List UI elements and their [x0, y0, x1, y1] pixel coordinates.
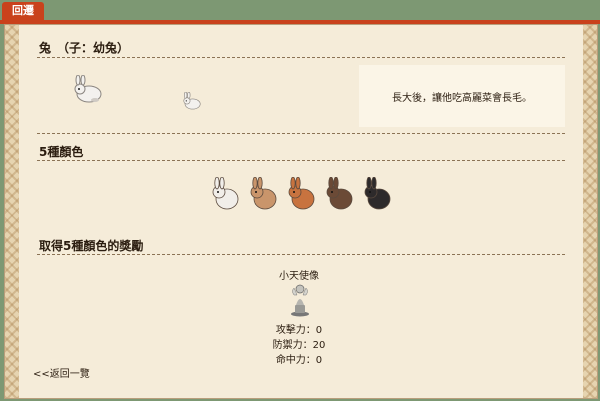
angel-statue-icon — [291, 284, 309, 317]
adult-rabbit-icon — [74, 75, 102, 103]
section-divider — [37, 160, 565, 161]
window-frame: 回遷 兔 （子：幼兔） 長大後，讓他吃高麗菜會長毛。 5種顏色 取得5種顏色的獎… — [0, 0, 600, 401]
rabbit-orange-icon — [288, 177, 315, 210]
left-border-pattern — [5, 25, 19, 398]
rabbit-brown-icon — [326, 177, 353, 210]
color-rabbits-row — [212, 177, 391, 210]
section-divider — [37, 133, 565, 134]
section-title-reward: 取得5種顏色的獎勵 — [39, 239, 144, 253]
right-border-pattern — [583, 25, 597, 398]
section-divider — [37, 254, 565, 255]
rabbit-black-icon — [364, 177, 391, 210]
inner-content: 兔 （子：幼兔） 長大後，讓他吃高麗菜會長毛。 5種顏色 取得5種顏色的獎勵 小… — [19, 25, 583, 398]
stat-attack: 攻擊力：0 — [275, 325, 323, 336]
reward-name: 小天使像 — [279, 271, 319, 282]
section-title-colors: 5種顏色 — [39, 145, 84, 159]
growth-note: 長大後，讓他吃高麗菜會長毛。 — [359, 65, 565, 127]
tab-back[interactable]: 回遷 — [2, 2, 44, 20]
stat-defense: 防禦力：20 — [272, 340, 326, 351]
back-to-list-link[interactable]: <<返回一覽 — [33, 365, 90, 380]
rabbit-white-icon — [212, 177, 239, 210]
rabbit-tan-icon — [250, 177, 277, 210]
content-panel: 兔 （子：幼兔） 長大後，讓他吃高麗菜會長毛。 5種顏色 取得5種顏色的獎勵 小… — [4, 24, 598, 399]
section-title-rabbit: 兔 （子：幼兔） — [39, 41, 130, 55]
section-divider — [37, 57, 565, 58]
baby-rabbit-icon — [183, 92, 201, 110]
stat-hit: 命中力：0 — [275, 355, 323, 366]
